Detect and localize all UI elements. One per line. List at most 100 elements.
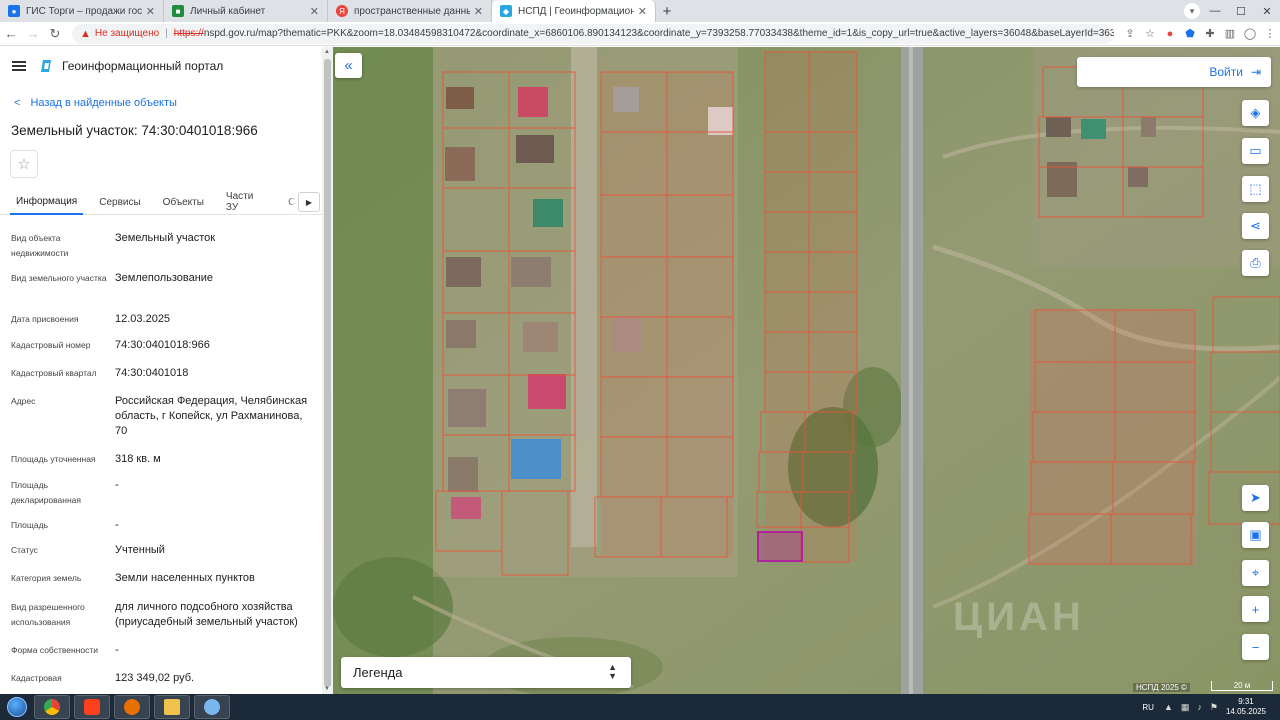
close-tab-icon[interactable]: ✕	[146, 5, 155, 18]
browser-tabstrip: ● ГИС Торги – продажи государст ✕ ■ Личн…	[0, 0, 1280, 22]
minus-icon: −	[1251, 639, 1260, 655]
location-arrow-icon: ➤	[1250, 490, 1261, 505]
scroll-down-icon[interactable]: ▼	[324, 686, 330, 692]
browser-tab-nspd[interactable]: ◆ НСПД | Геоинформационный п ✕	[492, 0, 656, 22]
minimap-button[interactable]: ▣	[1242, 522, 1269, 548]
bookmark-star-icon[interactable]: ☆	[1140, 24, 1160, 44]
forward-arrow-icon[interactable]: →	[22, 23, 44, 45]
taskbar-yandex[interactable]	[74, 695, 110, 719]
login-icon: ⇥	[1250, 65, 1261, 79]
favorite-star-icon[interactable]: ☆	[10, 150, 38, 178]
flag-icon[interactable]: ⚑	[1210, 702, 1218, 713]
start-button[interactable]	[0, 694, 34, 720]
language-indicator[interactable]: RU	[1142, 703, 1154, 712]
collapse-panel-button[interactable]: «	[335, 53, 362, 78]
back-to-results-link[interactable]: < Назад в найденные объекты	[14, 95, 332, 111]
tray-arrow-icon[interactable]: ▲	[1164, 702, 1173, 712]
zoom-in-button[interactable]: +	[1242, 596, 1269, 622]
share-map-button[interactable]: ⋖	[1242, 213, 1269, 239]
close-window-icon[interactable]: ✕	[1254, 0, 1280, 22]
maximize-icon[interactable]: ☐	[1228, 0, 1254, 22]
object-title: Земельный участок: 74:30:0401018:966	[11, 123, 258, 138]
info-tabs: Информация Сервисы Объекты Части ЗУ Сост…	[0, 189, 332, 215]
portal-title: Геоинформационный портал	[62, 59, 224, 73]
tabs-scroll-right-icon[interactable]: ▶	[298, 192, 320, 212]
separator: |	[165, 28, 168, 39]
watermark-text: ЦИАН	[953, 595, 1085, 639]
nspd-favicon-icon: ◆	[500, 5, 512, 17]
taskbar-app[interactable]	[194, 695, 230, 719]
minimap-icon: ▣	[1249, 527, 1262, 542]
object-info-panel: Геоинформационный портал < Назад в найде…	[0, 47, 333, 694]
yandex-favicon-icon: Я	[336, 5, 348, 17]
scrollbar-thumb[interactable]	[324, 59, 331, 687]
sort-arrows-icon: ▲ ▼	[608, 662, 617, 681]
extensions-puzzle-icon[interactable]: ✚	[1200, 24, 1220, 44]
tab-parts[interactable]: Части ЗУ	[220, 189, 272, 215]
chrome-icon	[44, 699, 60, 715]
network-icon[interactable]: ▦	[1181, 702, 1190, 713]
browser-tab-gis-torgi[interactable]: ● ГИС Торги – продажи государст ✕	[0, 0, 164, 22]
profile-avatar-icon[interactable]: ◯	[1240, 24, 1260, 44]
browser-extensions: ⇪ ☆ ● ⬟ ✚ ▥ ◯ ⋮	[1120, 24, 1280, 44]
close-tab-icon[interactable]: ✕	[310, 5, 319, 18]
portal-logo-icon	[41, 60, 51, 72]
hamburger-menu-icon[interactable]	[12, 61, 26, 71]
java-icon	[124, 699, 140, 715]
address-bar[interactable]: ▲ Не защищено | https:// nspd.gov.ru/map…	[72, 23, 1114, 44]
os-taskbar: RU ▲ ▦ ♪ ⚑ 9:31 14.05.2025	[0, 694, 1280, 720]
share-icon[interactable]: ⇪	[1120, 24, 1140, 44]
browser-toolbar: ← → ↻ ▲ Не защищено | https:// nspd.gov.…	[0, 22, 1280, 46]
url-scheme: https://	[173, 28, 204, 39]
legend-dropdown[interactable]: Легенда ▲ ▼	[341, 657, 631, 688]
close-tab-icon[interactable]: ✕	[474, 5, 483, 18]
measure-button[interactable]: ▭	[1242, 138, 1269, 164]
clock[interactable]: 9:31 14.05.2025	[1226, 697, 1266, 717]
url-text: nspd.gov.ru/map?thematic=PKK&zoom=18.034…	[203, 28, 1114, 39]
print-button[interactable]: ⎙	[1242, 250, 1269, 276]
browser-menu-icon[interactable]: ⋮	[1260, 24, 1280, 44]
rocket-icon	[204, 699, 220, 715]
scale-bar: 20 м	[1211, 681, 1273, 691]
tab-services[interactable]: Сервисы	[93, 189, 146, 215]
yandex-browser-icon	[84, 699, 100, 715]
close-tab-icon[interactable]: ✕	[638, 5, 647, 18]
panel-scrollbar[interactable]: ▲ ▼	[322, 47, 333, 694]
tab-information[interactable]: Информация	[10, 189, 84, 215]
layers-icon: ◈	[1250, 105, 1261, 120]
new-tab-button[interactable]: +	[656, 0, 678, 22]
windows-start-icon	[7, 697, 27, 717]
copyright-label: НСПД 2025 ©	[1133, 683, 1190, 692]
layers-button[interactable]: ◈	[1242, 100, 1269, 126]
printer-icon: ⎙	[1250, 255, 1261, 270]
zoom-out-button[interactable]: −	[1242, 634, 1269, 660]
minimize-icon[interactable]: —	[1202, 0, 1228, 22]
map-view[interactable]: ЦИАН « Войти ⇥ ◈ ▭ ⬚ ⋖ ⎙ ➤ ▣ ⌖ + − Леген…	[333, 47, 1280, 694]
search-location-button[interactable]: ⌖	[1242, 560, 1269, 586]
my-location-button[interactable]: ➤	[1242, 485, 1269, 511]
volume-icon[interactable]: ♪	[1197, 702, 1202, 712]
back-arrow-icon[interactable]: ←	[0, 23, 22, 45]
gis-torgi-favicon-icon: ●	[8, 5, 20, 17]
sidebar-icon[interactable]: ▥	[1220, 24, 1240, 44]
chevron-left-icon: <	[14, 97, 21, 109]
cabinet-favicon-icon: ■	[172, 5, 184, 17]
map-search-icon: ⌖	[1251, 565, 1260, 580]
browser-tab-yandex-search[interactable]: Я пространственные данные рос ✕	[328, 0, 492, 22]
tab-search-chevron-icon[interactable]: ▾	[1184, 3, 1200, 19]
select-area-button[interactable]: ⬚	[1242, 176, 1269, 202]
login-button[interactable]: Войти ⇥	[1077, 57, 1271, 87]
share-icon: ⋖	[1250, 218, 1261, 233]
browser-tab-cabinet[interactable]: ■ Личный кабинет ✕	[164, 0, 328, 22]
portal-header: Геоинформационный портал	[0, 47, 332, 85]
yandex-extension-icon[interactable]: ●	[1160, 24, 1180, 44]
shield-extension-icon[interactable]: ⬟	[1180, 24, 1200, 44]
taskbar-chrome[interactable]	[34, 695, 70, 719]
taskbar-java[interactable]	[114, 695, 150, 719]
taskbar-explorer[interactable]	[154, 695, 190, 719]
selected-parcel[interactable]	[757, 531, 803, 562]
reload-icon[interactable]: ↻	[44, 23, 66, 45]
warning-icon: ▲	[80, 27, 91, 40]
scroll-up-icon[interactable]: ▲	[324, 49, 330, 55]
tab-objects[interactable]: Объекты	[157, 189, 210, 215]
